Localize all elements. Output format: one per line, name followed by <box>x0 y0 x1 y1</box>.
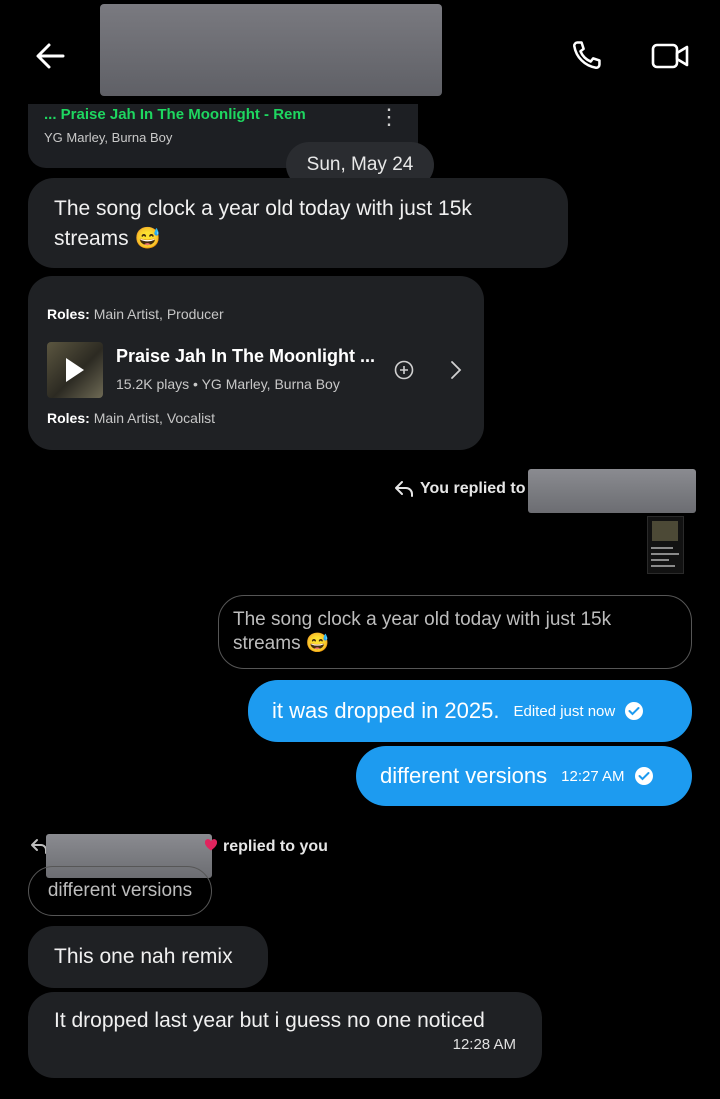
shared-screenshot-thumbnail[interactable] <box>647 516 684 574</box>
roles-top: Roles: Main Artist, Producer <box>47 306 224 322</box>
redacted-contact-name <box>100 4 442 96</box>
incoming-message: The song clock a year old today with jus… <box>28 178 568 268</box>
call-button[interactable] <box>560 34 612 78</box>
track-meta: 15.2K plays • YG Marley, Burna Boy <box>116 376 340 392</box>
message-timestamp: 12:28 AM <box>452 1036 516 1053</box>
reply-arrow-icon <box>395 481 413 497</box>
incoming-message: This one nah remix <box>28 926 268 988</box>
read-check-icon <box>634 767 653 785</box>
edited-label: Edited just now <box>513 702 616 720</box>
reply-context-label: replied to you <box>223 838 328 855</box>
outgoing-message: different versions 12:27 AM <box>356 746 692 806</box>
message-timestamp: 12:27 AM <box>561 767 625 785</box>
phone-icon <box>573 41 601 69</box>
incoming-message: It dropped last year but i guess no one … <box>28 992 542 1078</box>
outgoing-message: it was dropped in 2025. Edited just now <box>248 680 692 742</box>
roles-bottom: Roles: Main Artist, Vocalist <box>47 410 216 426</box>
add-circle-icon[interactable] <box>392 358 416 382</box>
redacted-name <box>528 469 696 513</box>
read-check-icon <box>625 702 644 720</box>
arrow-left-icon <box>36 43 65 69</box>
video-camera-icon <box>651 43 689 69</box>
track-title[interactable]: Praise Jah In The Moonlight ... <box>116 346 375 367</box>
preview-song-title: ... Praise Jah In The Moonlight - Rem <box>44 106 306 123</box>
quoted-message[interactable]: The song clock a year old today with jus… <box>218 595 692 669</box>
quoted-message[interactable]: different versions <box>28 866 212 916</box>
album-art[interactable] <box>47 342 103 398</box>
chevron-right-icon[interactable] <box>448 358 464 382</box>
more-options-icon[interactable]: ⋮ <box>378 106 400 128</box>
video-call-button[interactable] <box>644 34 698 78</box>
play-icon[interactable] <box>66 358 84 382</box>
back-button[interactable] <box>28 34 72 78</box>
shared-track-card[interactable]: Roles: Main Artist, Producer Praise Jah … <box>28 276 484 450</box>
heart-icon <box>204 839 218 851</box>
reply-context-label: You replied to <box>394 480 525 498</box>
preview-artists: YG Marley, Burna Boy <box>44 130 173 145</box>
